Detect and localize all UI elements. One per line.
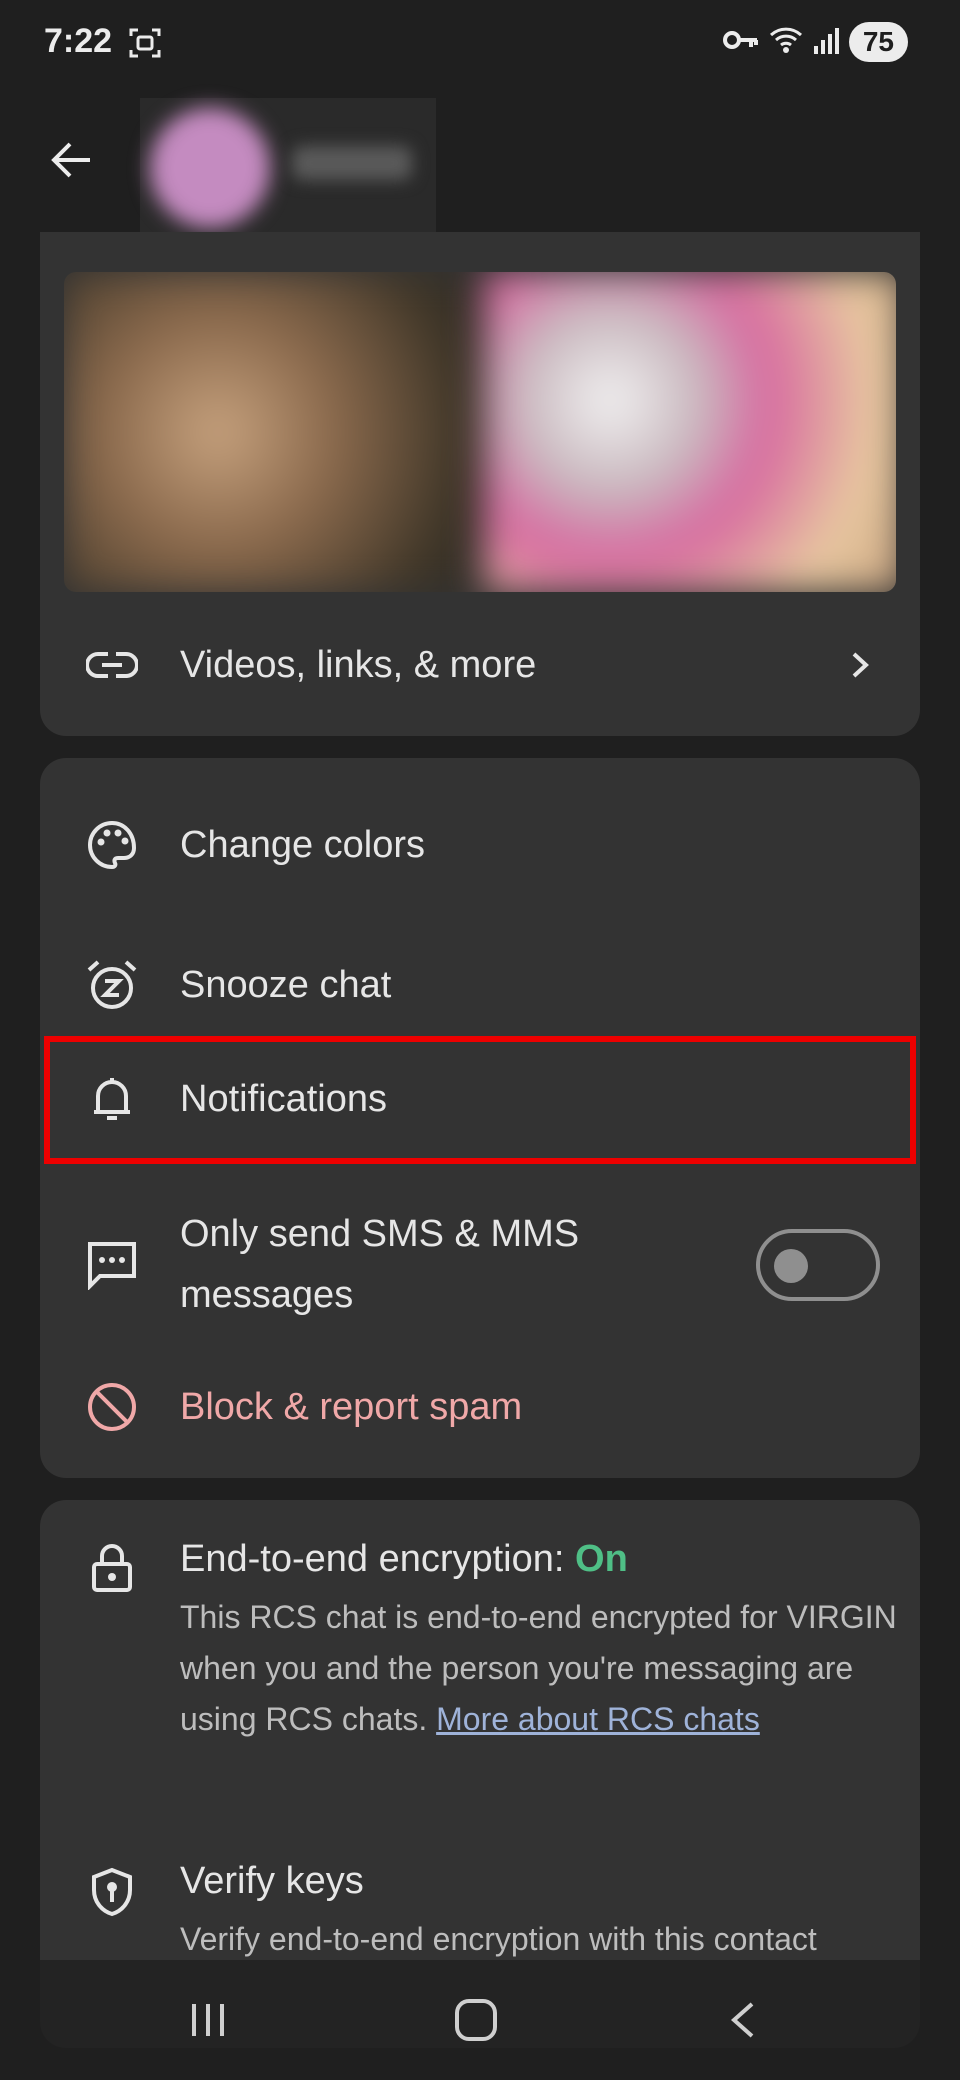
alarm-snooze-icon [80,953,144,1017]
recent-apps-button[interactable] [176,1988,240,2052]
status-time: 7:22 [44,22,113,60]
contact-name-redacted [292,146,412,180]
snooze-chat-row[interactable]: Snooze chat [40,950,920,1020]
lock-icon [80,1536,144,1600]
signal-icon [813,26,839,59]
media-card: Videos, links, & more [40,232,920,736]
media-thumbnail [64,272,504,592]
shield-key-icon [80,1860,144,1924]
link-icon [80,633,144,697]
toggle-knob [774,1249,808,1283]
chat-bubble-icon [80,1233,144,1297]
sms-only-row[interactable]: Only send SMS & MMS messages [40,1200,920,1330]
encryption-description: This RCS chat is end-to-end encrypted fo… [180,1592,920,1745]
sms-only-label: Only send SMS & MMS messages [180,1204,579,1326]
media-thumbnail [484,272,896,592]
videos-links-label: Videos, links, & more [180,643,537,686]
change-colors-label: Change colors [180,823,426,866]
block-icon [80,1375,144,1439]
contact-header[interactable] [140,98,436,232]
media-preview[interactable] [64,272,896,592]
chat-settings-card: Change colors Snooze chat Notifications … [40,758,920,1478]
battery-icon: 75 [848,22,908,62]
videos-links-row[interactable]: Videos, links, & more [40,630,920,700]
avatar [150,108,270,228]
vpn-key-icon [722,28,759,57]
more-about-rcs-link[interactable]: More about RCS chats [436,1701,760,1737]
home-button[interactable] [444,1988,508,2052]
encryption-title: End-to-end encryption: On [180,1538,628,1581]
bell-icon [80,1067,144,1131]
wifi-icon [769,25,803,60]
nav-back-button[interactable] [712,1988,776,2052]
status-icons: 75 [722,22,908,62]
status-bar: 7:22 75 [0,0,960,92]
back-icon [730,2002,754,2038]
sms-only-toggle[interactable] [756,1229,880,1301]
block-spam-label: Block & report spam [180,1385,523,1428]
encryption-status: On [575,1538,628,1580]
notifications-label: Notifications [180,1077,387,1120]
verify-keys-title[interactable]: Verify keys [180,1860,364,1903]
sms-only-label-line2: messages [180,1274,354,1316]
snooze-chat-label: Snooze chat [180,963,392,1006]
recent-apps-icon [192,2004,224,2036]
palette-icon [80,813,144,877]
home-icon [455,1999,497,2041]
back-button[interactable] [40,128,104,192]
change-colors-row[interactable]: Change colors [40,810,920,880]
chevron-right-icon [840,645,880,685]
top-app-bar [0,92,960,238]
verify-keys-description: Verify end-to-end encryption with this c… [180,1921,817,1957]
block-spam-row[interactable]: Block & report spam [40,1372,920,1442]
sms-only-label-line1: Only send SMS & MMS [180,1213,580,1255]
encryption-title-text: End-to-end encryption: [180,1538,576,1580]
system-nav-bar [0,1960,960,2080]
arrow-left-icon [51,142,90,178]
notifications-row[interactable]: Notifications [40,1064,920,1134]
screenshot-icon [128,26,162,65]
